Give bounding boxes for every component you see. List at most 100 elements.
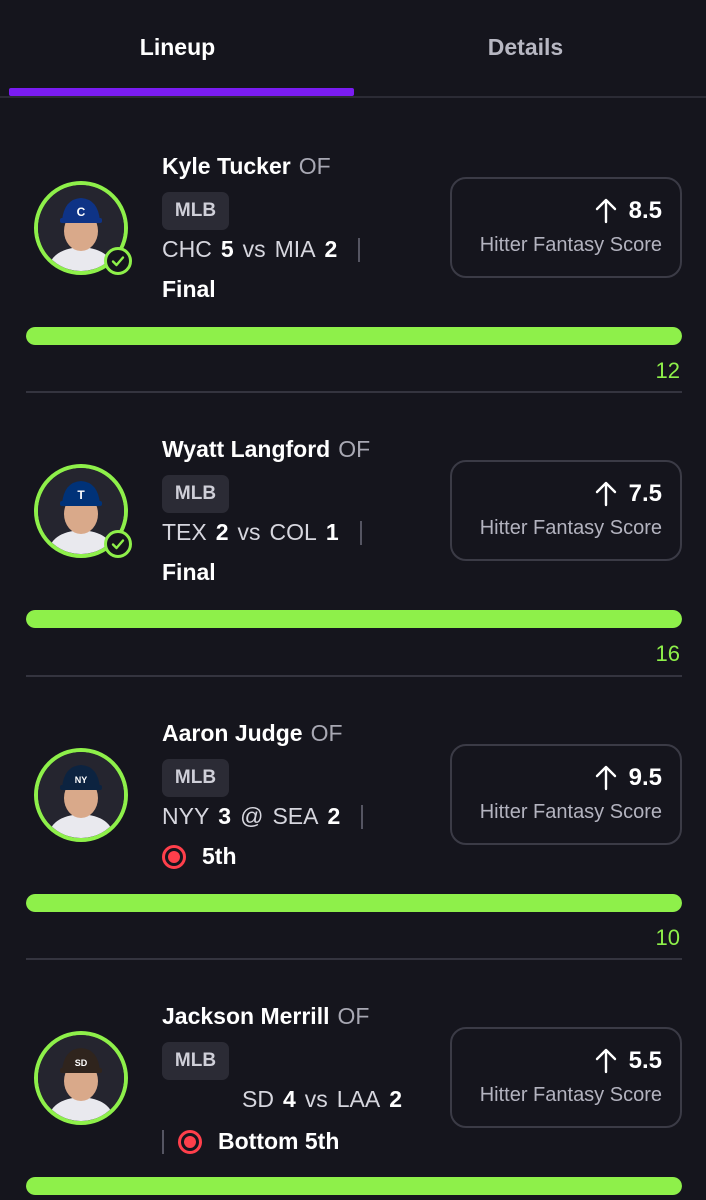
team-home: SEA xyxy=(272,803,319,829)
cap-logo-text: NY xyxy=(75,775,88,785)
player-position: OF xyxy=(337,1003,370,1029)
active-tab-indicator xyxy=(9,88,354,96)
status-text: Bottom 5th xyxy=(218,1128,340,1154)
tab-bar: Lineup Details xyxy=(0,0,706,98)
status-text: Final xyxy=(162,559,216,585)
progress-bar xyxy=(26,610,682,628)
player-name: Kyle Tucker xyxy=(162,153,291,179)
stat-type-label: Hitter Fantasy Score xyxy=(479,1084,662,1106)
live-indicator-icon xyxy=(178,1129,202,1154)
matchup-connector: vs xyxy=(304,1086,328,1112)
player-card[interactable]: SD Jackson Merrill OF MLB SD 4 vs LAA 2 Bottom 5t… xyxy=(0,948,706,1200)
stat-type-label: Hitter Fantasy Score xyxy=(479,801,662,823)
league-badge: MLB xyxy=(162,759,229,797)
player-avatar[interactable]: T xyxy=(34,464,132,558)
score-away: 5 xyxy=(220,236,234,262)
player-headshot-icon: NY xyxy=(38,752,124,838)
final-check-icon xyxy=(104,530,132,558)
live-indicator-icon xyxy=(162,844,186,869)
arrow-up-icon xyxy=(595,765,616,791)
game-score-line: CHC 5 vs MIA 2 xyxy=(162,236,361,263)
tab-details[interactable]: Details xyxy=(355,34,696,61)
projection-line: 8.5 xyxy=(595,197,662,225)
projection-line: 7.5 xyxy=(595,480,662,508)
projection-value: 8.5 xyxy=(628,197,662,224)
game-status: Final xyxy=(162,276,216,303)
player-name: Jackson Merrill xyxy=(162,1003,330,1029)
score-away: 4 xyxy=(282,1086,296,1112)
score-home: 2 xyxy=(389,1086,403,1112)
player-avatar[interactable]: NY xyxy=(34,748,128,842)
final-check-icon xyxy=(104,247,132,275)
cap-logo-text: T xyxy=(77,488,85,502)
game-status: Bottom 5th xyxy=(162,1128,339,1155)
player-name-line: Aaron Judge OF xyxy=(162,720,343,747)
league-badge: MLB xyxy=(162,1042,229,1080)
arrow-up-icon xyxy=(595,198,616,224)
arrow-up-icon xyxy=(595,1048,616,1074)
player-name-line: Jackson Merrill OF xyxy=(162,1003,369,1030)
player-card[interactable]: C Kyle Tucker OF MLB CHC 5 vs MIA 2 Final 8.5 Hitte… xyxy=(0,98,706,383)
stat-type-label: Hitter Fantasy Score xyxy=(479,517,662,539)
game-status: Final xyxy=(162,559,216,586)
player-position: OF xyxy=(310,720,343,746)
player-avatar[interactable]: SD xyxy=(34,1031,128,1125)
progress-bar xyxy=(26,1177,682,1195)
league-badge: MLB xyxy=(162,475,229,513)
stat-type-label: Hitter Fantasy Score xyxy=(479,234,662,256)
progress-bar xyxy=(26,327,682,345)
team-home: LAA xyxy=(336,1086,381,1112)
player-card[interactable]: NY Aaron Judge OF MLB NYY 3 @ SEA 2 5th 9.5 Hitter … xyxy=(0,665,706,950)
score-away: 2 xyxy=(215,519,229,545)
matchup-connector: vs xyxy=(237,519,261,545)
separator xyxy=(359,520,362,545)
player-name-line: Kyle Tucker OF xyxy=(162,153,331,180)
game-status: 5th xyxy=(162,843,237,870)
matchup-connector: @ xyxy=(240,803,264,829)
score-home: 2 xyxy=(324,236,338,262)
player-name-line: Wyatt Langford OF xyxy=(162,436,370,463)
card-divider xyxy=(26,675,682,677)
arrow-up-icon xyxy=(595,481,616,507)
player-position: OF xyxy=(298,153,331,179)
score-home: 2 xyxy=(327,803,341,829)
team-away: CHC xyxy=(162,236,212,262)
player-name: Aaron Judge xyxy=(162,720,303,746)
score-home: 1 xyxy=(325,519,339,545)
tab-lineup[interactable]: Lineup xyxy=(0,34,355,61)
projection-line: 9.5 xyxy=(595,764,662,792)
progress-bar xyxy=(26,894,682,912)
separator xyxy=(358,237,361,262)
projection-line: 5.5 xyxy=(595,1047,662,1075)
game-score-line: TEX 2 vs COL 1 xyxy=(162,519,362,546)
player-card[interactable]: T Wyatt Langford OF MLB TEX 2 vs COL 1 Final 7.5 Hi… xyxy=(0,381,706,666)
projection-value: 9.5 xyxy=(628,764,662,791)
projection-value: 7.5 xyxy=(628,480,662,507)
separator xyxy=(361,804,364,829)
separator xyxy=(162,1129,164,1154)
actual-result: 16 xyxy=(655,641,680,666)
cap-logo-text: SD xyxy=(75,1058,88,1068)
game-score-line: NYY 3 @ SEA 2 xyxy=(162,803,364,830)
projection-value: 5.5 xyxy=(628,1047,662,1074)
game-score-line: SD 4 vs LAA 2 xyxy=(242,1086,411,1113)
player-name: Wyatt Langford xyxy=(162,436,331,462)
progress-fill xyxy=(26,894,682,912)
player-position: OF xyxy=(338,436,371,462)
projection-box[interactable]: 9.5 Hitter Fantasy Score xyxy=(450,744,682,845)
league-badge: MLB xyxy=(162,192,229,230)
team-away: TEX xyxy=(162,519,207,545)
cap-logo-text: C xyxy=(77,205,86,219)
team-home: COL xyxy=(269,519,317,545)
player-headshot-icon: SD xyxy=(38,1035,124,1121)
team-away: NYY xyxy=(162,803,210,829)
projection-box[interactable]: 5.5 Hitter Fantasy Score xyxy=(450,1027,682,1128)
projection-box[interactable]: 7.5 Hitter Fantasy Score xyxy=(450,460,682,561)
status-text: 5th xyxy=(202,843,237,869)
progress-fill xyxy=(26,1177,682,1195)
player-avatar[interactable]: C xyxy=(34,181,132,275)
matchup-connector: vs xyxy=(242,236,266,262)
avatar-ring: NY xyxy=(34,748,128,842)
projection-box[interactable]: 8.5 Hitter Fantasy Score xyxy=(450,177,682,278)
progress-fill xyxy=(26,610,682,628)
